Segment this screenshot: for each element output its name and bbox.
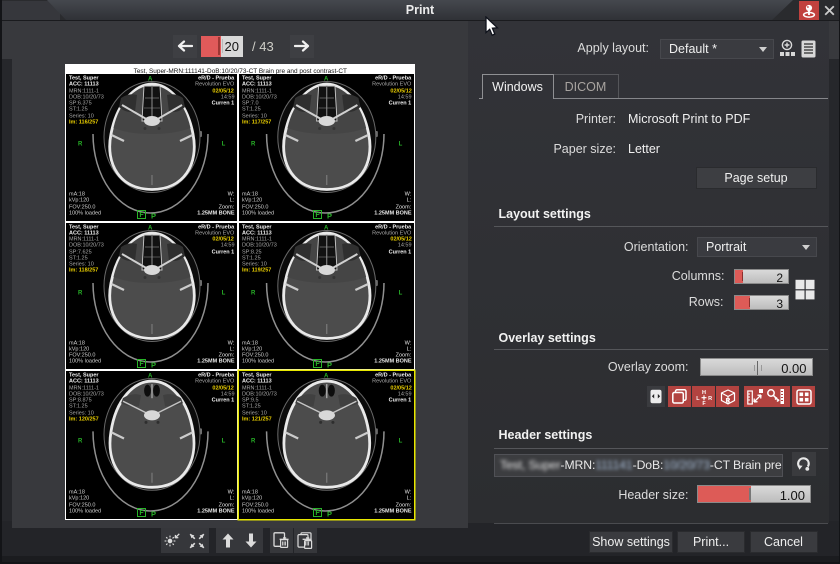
svg-text:P: P bbox=[327, 212, 332, 220]
svg-text:F: F bbox=[140, 212, 145, 219]
svg-text:F: F bbox=[140, 510, 145, 517]
svg-text:L: L bbox=[696, 395, 700, 401]
svg-text:F: F bbox=[315, 510, 320, 517]
svg-text:F: F bbox=[315, 361, 320, 368]
svg-text:P: P bbox=[327, 510, 332, 518]
svg-text:R: R bbox=[708, 395, 712, 401]
svg-text:P: P bbox=[151, 360, 156, 368]
svg-text:P: P bbox=[151, 212, 156, 220]
svg-text:R: R bbox=[725, 398, 730, 405]
svg-text:H: H bbox=[702, 389, 706, 395]
svg-text:F: F bbox=[702, 401, 706, 406]
svg-text:F: F bbox=[140, 361, 145, 368]
svg-text:F: F bbox=[315, 212, 320, 219]
svg-text:P: P bbox=[151, 510, 156, 518]
svg-text:P: P bbox=[327, 360, 332, 368]
